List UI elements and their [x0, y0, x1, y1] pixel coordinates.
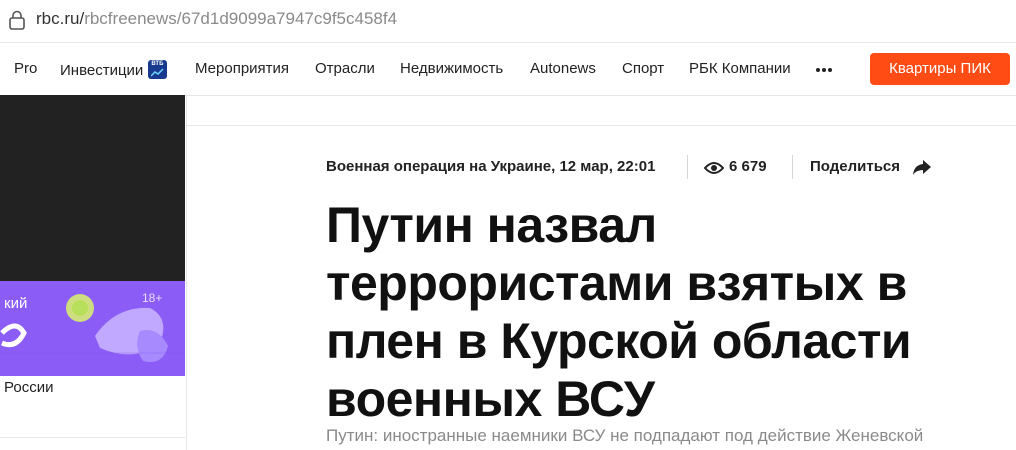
meta-divider [687, 155, 688, 179]
left-sidebar: кий 18+ России [0, 95, 187, 450]
promo-graphic-icon [0, 294, 185, 362]
sidebar-caption[interactable]: России [4, 379, 53, 396]
nav-item-events[interactable]: Мероприятия [195, 60, 289, 78]
article-category-date[interactable]: Военная операция на Украине, 12 мар, 22:… [326, 158, 655, 178]
address-bar[interactable]: rbc.ru/rbcfreenews/67d1d9099a7947c9f5c45… [0, 0, 1016, 40]
nav-item-realty[interactable]: Недвижимость [400, 60, 503, 78]
views-eye-icon [704, 162, 724, 174]
more-dots-icon[interactable] [815, 60, 833, 78]
url-domain: rbc.ru/ [36, 9, 85, 28]
article-lead: Путин: иностранные наемники ВСУ не подпа… [326, 426, 924, 445]
pik-apartments-button[interactable]: Квартиры ПИК [870, 53, 1010, 85]
share-arrow-icon[interactable] [912, 157, 932, 177]
promo-banner[interactable]: кий 18+ [0, 281, 185, 376]
lock-icon [9, 10, 25, 30]
vtb-logo-icon: ВТБ [148, 60, 168, 79]
share-button[interactable]: Поделиться [810, 158, 900, 175]
nav-item-autonews[interactable]: Autonews [530, 60, 596, 78]
sidebar-divider [0, 437, 185, 438]
nav-item-rbc-companies[interactable]: РБК Компании [689, 60, 791, 78]
article-headline: Путин назвал террористами взятых в плен … [326, 197, 912, 427]
nav-item-sport[interactable]: Спорт [622, 60, 664, 78]
nav-item-industries[interactable]: Отрасли [315, 60, 375, 78]
content-top-divider [187, 125, 1016, 126]
meta-divider [792, 155, 793, 179]
sidebar-dark-banner[interactable] [0, 95, 185, 281]
nav-item-label: Инвестиции [60, 62, 144, 79]
url-text[interactable]: rbc.ru/rbcfreenews/67d1d9099a7947c9f5c45… [36, 9, 397, 29]
views-count: 6 679 [729, 158, 767, 175]
main-nav: Pro Инвестиции ВТБ Мероприятия Отрасли Не… [0, 42, 1016, 96]
nav-item-investments[interactable]: Инвестиции ВТБ [60, 60, 168, 80]
nav-item-pro[interactable]: Pro [14, 60, 37, 78]
url-path: rbcfreenews/67d1d9099a7947c9f5c458f4 [84, 9, 398, 28]
